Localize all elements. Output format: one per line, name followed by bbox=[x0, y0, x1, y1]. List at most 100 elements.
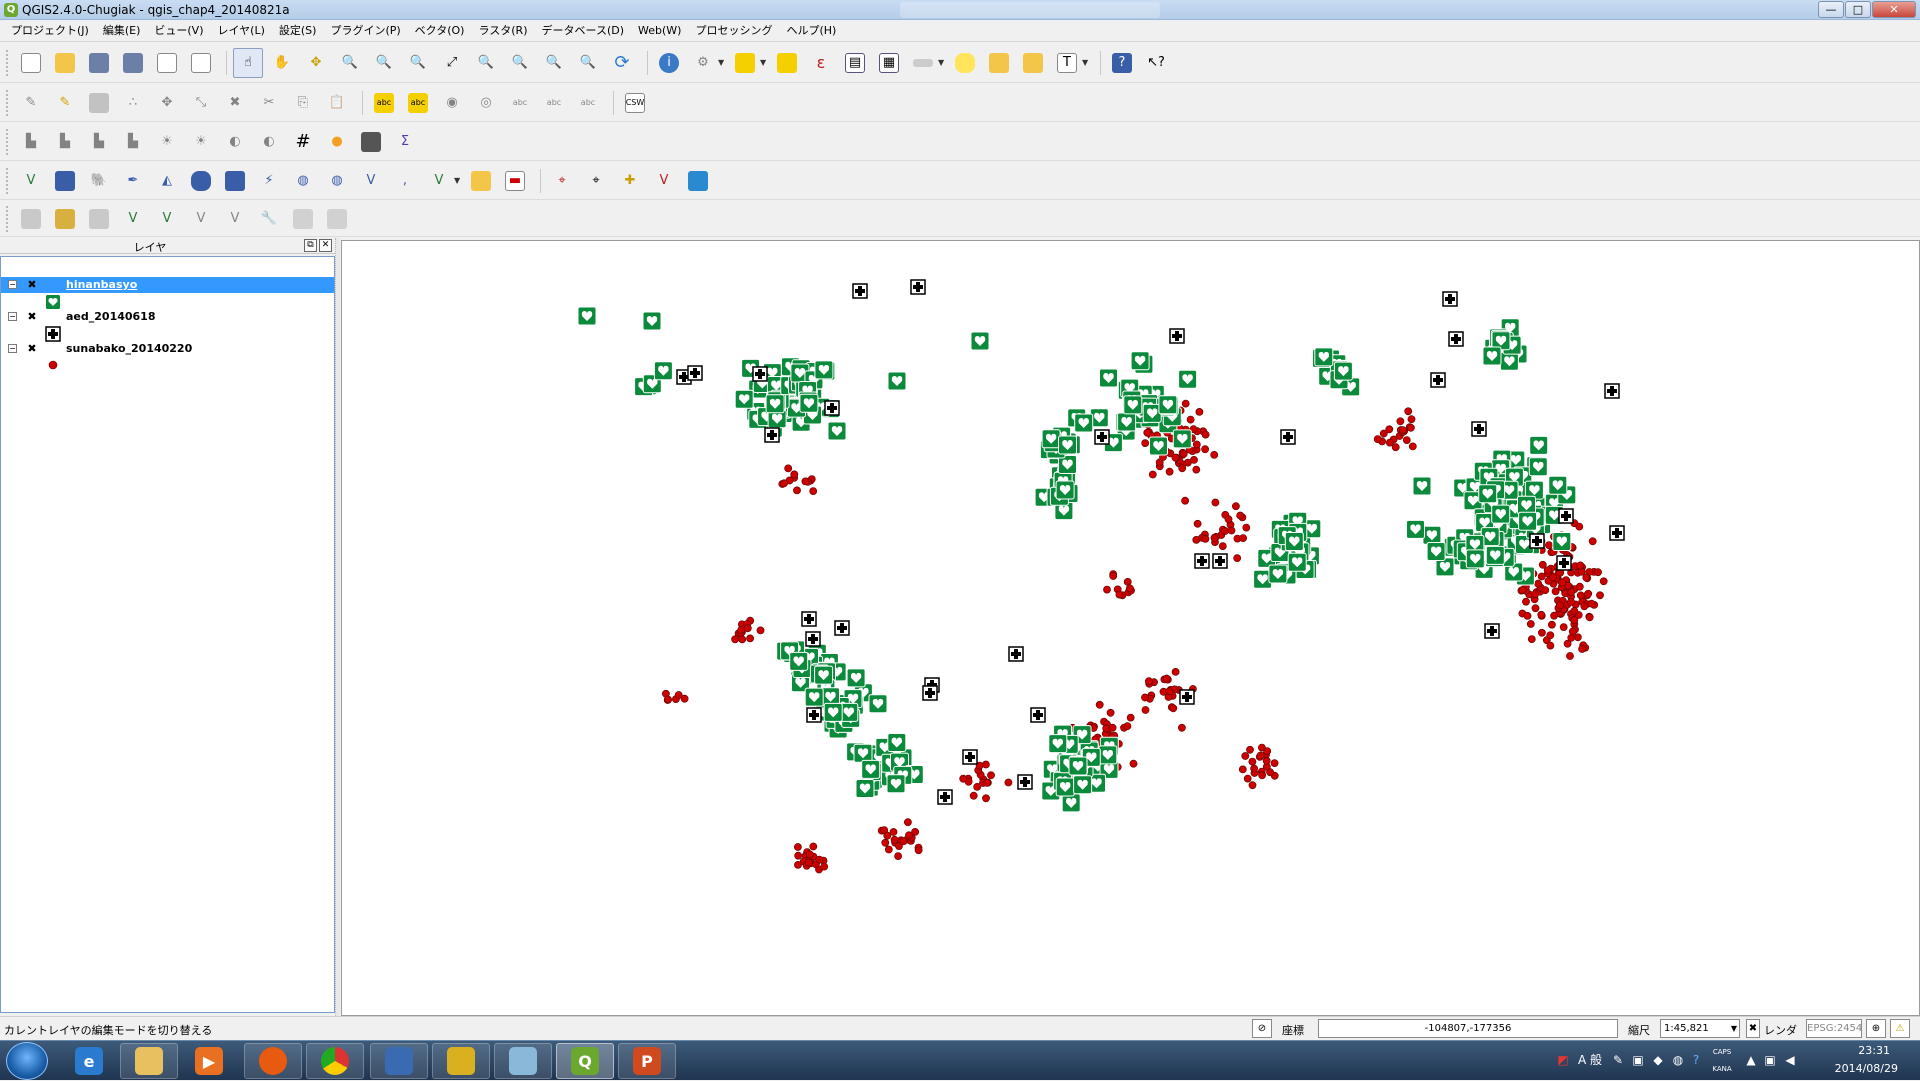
sandbox-point[interactable] bbox=[1165, 687, 1174, 696]
sandbox-point[interactable] bbox=[1527, 635, 1536, 643]
sandbox-point[interactable] bbox=[1210, 450, 1219, 459]
evacuation-site-point[interactable] bbox=[1406, 519, 1425, 539]
ime-tool-icon[interactable]: ✎ bbox=[1610, 1052, 1626, 1068]
sandbox-point[interactable] bbox=[1221, 527, 1229, 535]
aed-point[interactable] bbox=[922, 685, 938, 701]
sandbox-point[interactable] bbox=[1004, 778, 1013, 787]
aed-point[interactable] bbox=[1094, 429, 1110, 445]
layer-visibility-checkbox[interactable]: ✖ bbox=[26, 343, 38, 355]
sandbox-point[interactable] bbox=[1126, 584, 1134, 593]
aed-point[interactable] bbox=[1448, 331, 1464, 347]
aed-point[interactable] bbox=[1179, 689, 1195, 705]
sandbox-point[interactable] bbox=[1186, 415, 1195, 424]
increase-contrast-button[interactable]: ◐ bbox=[220, 127, 250, 157]
ime-pad-icon[interactable]: ▣ bbox=[1630, 1052, 1646, 1068]
evacuation-site-point[interactable] bbox=[1099, 368, 1118, 388]
sandbox-point[interactable] bbox=[1192, 465, 1201, 474]
map-canvas[interactable] bbox=[341, 240, 1920, 1016]
aed-point[interactable] bbox=[1030, 707, 1046, 723]
sandbox-point[interactable] bbox=[1270, 759, 1279, 767]
delete-selected-button[interactable]: ✖ bbox=[220, 88, 250, 118]
sandbox-point[interactable] bbox=[1558, 578, 1566, 587]
sandbox-point[interactable] bbox=[1266, 768, 1274, 777]
aed-point[interactable] bbox=[752, 366, 768, 382]
openlayers-button[interactable] bbox=[683, 166, 713, 196]
sandbox-point[interactable] bbox=[1599, 577, 1608, 586]
aed-point[interactable] bbox=[852, 283, 868, 299]
sandbox-point[interactable] bbox=[1232, 502, 1240, 511]
taskbar-ie[interactable]: e bbox=[60, 1043, 118, 1079]
aed-point[interactable] bbox=[1484, 623, 1500, 639]
field-calculator-button[interactable]: ▦ bbox=[874, 48, 904, 78]
refresh-button[interactable]: ⟳ bbox=[607, 48, 637, 78]
sandbox-point[interactable] bbox=[1239, 534, 1247, 542]
evacuation-site-point[interactable] bbox=[1058, 435, 1077, 455]
new-bookmark-button[interactable] bbox=[984, 48, 1014, 78]
aed-point[interactable] bbox=[937, 789, 953, 805]
toolbar-grip[interactable] bbox=[6, 205, 10, 232]
sandbox-point[interactable] bbox=[1578, 645, 1586, 653]
tray-app-icon[interactable]: ◩ bbox=[1555, 1052, 1571, 1068]
sandbox-point[interactable] bbox=[1190, 455, 1198, 464]
sandbox-point[interactable] bbox=[1236, 511, 1245, 520]
layer-row-hinanbasyo[interactable]: − ✖ hinanbasyo bbox=[1, 277, 334, 293]
aed-point[interactable] bbox=[1194, 553, 1210, 569]
evacuation-site-point[interactable] bbox=[799, 393, 819, 413]
copy-features-button[interactable]: ⎘ bbox=[288, 88, 318, 118]
move-feature-button[interactable]: ✥ bbox=[152, 88, 182, 118]
sandbox-point[interactable] bbox=[1201, 445, 1209, 454]
raster-calculator-button[interactable] bbox=[356, 127, 386, 157]
scale-select[interactable]: 1:45,821 ▼ bbox=[1660, 1019, 1740, 1038]
sandbox-point[interactable] bbox=[1258, 743, 1266, 752]
open-project-button[interactable] bbox=[50, 48, 80, 78]
new-vector-layer-button[interactable]: V bbox=[424, 166, 454, 196]
ime-indicator[interactable]: A 般 bbox=[1576, 1052, 1604, 1068]
touch-pan-button[interactable]: ☝ bbox=[233, 47, 263, 78]
sandbox-point[interactable] bbox=[1250, 764, 1258, 773]
sandbox-point[interactable] bbox=[1546, 641, 1555, 650]
evacuation-site-point[interactable] bbox=[887, 733, 907, 752]
sandbox-point[interactable] bbox=[890, 835, 899, 844]
help-icon[interactable]: ? bbox=[1688, 1052, 1704, 1068]
taskbar-firefox[interactable] bbox=[244, 1043, 302, 1079]
sandbox-point[interactable] bbox=[1408, 442, 1417, 451]
aed-point[interactable] bbox=[1280, 429, 1296, 445]
sandbox-point[interactable] bbox=[1526, 620, 1535, 628]
crs-status-icon[interactable]: ⊕ bbox=[1866, 1019, 1886, 1038]
sandbox-point[interactable] bbox=[1577, 567, 1586, 576]
run-feature-action-button[interactable]: ⚙ bbox=[688, 48, 718, 78]
db-tool-10-button[interactable] bbox=[322, 204, 352, 234]
save-project-button[interactable] bbox=[84, 48, 114, 78]
save-layer-edits-button[interactable] bbox=[84, 88, 114, 118]
sandbox-point[interactable] bbox=[1537, 610, 1546, 619]
evacuation-site-point[interactable] bbox=[1478, 484, 1498, 504]
change-label-button[interactable]: abc bbox=[573, 88, 603, 118]
python-console-button[interactable]: V bbox=[649, 166, 679, 196]
sandbox-point[interactable] bbox=[969, 791, 978, 800]
sandbox-point[interactable] bbox=[820, 862, 829, 871]
db-tool-5-button[interactable]: V bbox=[152, 204, 182, 234]
sandbox-point[interactable] bbox=[1224, 515, 1233, 524]
layer-visibility-checkbox[interactable]: ✖ bbox=[26, 311, 38, 323]
float-panel-button[interactable]: ⧉ bbox=[304, 239, 317, 252]
menu-settings[interactable]: 設定(S) bbox=[272, 21, 324, 41]
zoom-actual-size-button[interactable]: 🔍 bbox=[403, 48, 433, 78]
sandbox-point[interactable] bbox=[1258, 771, 1266, 780]
sandbox-point[interactable] bbox=[1195, 407, 1204, 416]
add-db2-layer-button[interactable] bbox=[220, 166, 250, 196]
sandbox-point[interactable] bbox=[1192, 440, 1201, 449]
sandbox-point[interactable] bbox=[987, 771, 995, 780]
sandbox-point[interactable] bbox=[881, 838, 890, 847]
db-tool-2-button[interactable] bbox=[50, 204, 80, 234]
sandbox-point[interactable] bbox=[664, 695, 672, 704]
sandbox-point[interactable] bbox=[1543, 566, 1552, 575]
add-wfs-layer-button[interactable]: ◍ bbox=[322, 166, 352, 196]
georeferencer-button[interactable]: ● bbox=[322, 127, 352, 157]
sandbox-point[interactable] bbox=[738, 635, 747, 644]
ime-settings-icon[interactable]: ◍ bbox=[1670, 1052, 1686, 1068]
db-tool-6-button[interactable]: V bbox=[186, 204, 216, 234]
sandbox-point[interactable] bbox=[794, 851, 803, 860]
evacuation-site-point[interactable] bbox=[1482, 346, 1502, 366]
new-print-composer-button[interactable] bbox=[152, 48, 182, 78]
add-mssql-layer-button[interactable]: ◭ bbox=[152, 166, 182, 196]
